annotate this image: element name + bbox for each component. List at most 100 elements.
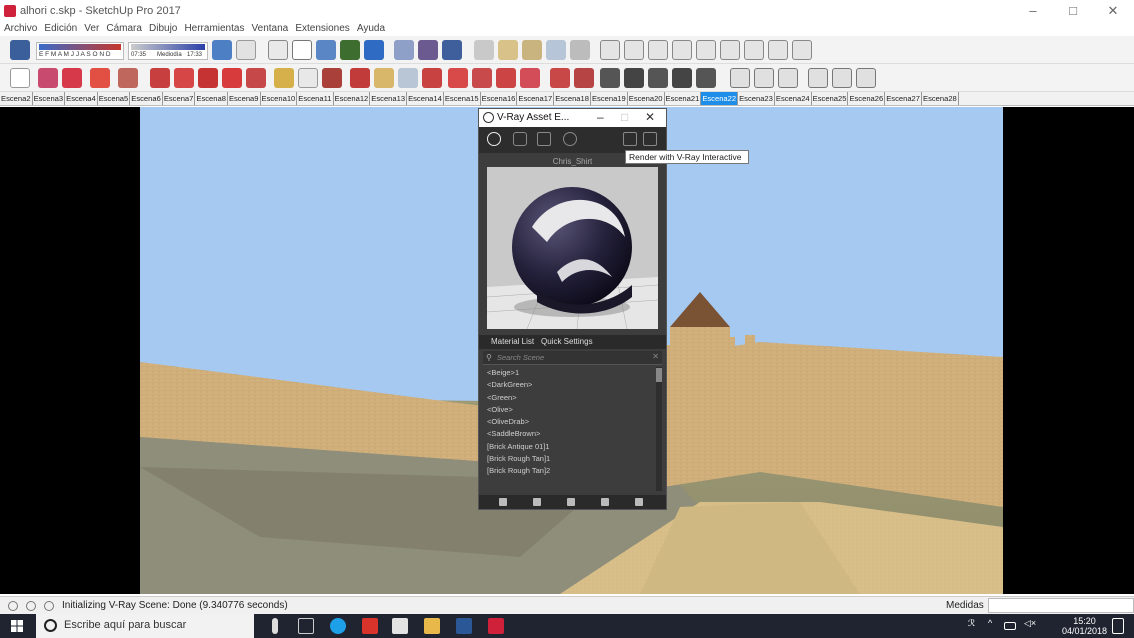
layout-icon[interactable] [520, 68, 540, 88]
follow-me-icon[interactable] [174, 68, 194, 88]
zoom-icon[interactable] [398, 68, 418, 88]
task-view-icon[interactable] [298, 618, 314, 634]
edge-browser-icon[interactable] [330, 618, 346, 634]
word-icon[interactable] [456, 618, 472, 634]
maximize-button[interactable]: □ [1058, 2, 1088, 20]
tab-scene[interactable]: Escena6 [130, 92, 163, 105]
volume-icon[interactable]: ◁× [1024, 618, 1038, 634]
battery-icon[interactable] [1004, 622, 1016, 630]
render-interactive-icon[interactable] [623, 132, 637, 146]
pan-icon[interactable] [374, 68, 394, 88]
tab-scene[interactable]: Escena25 [812, 92, 849, 105]
paint-bucket-icon[interactable] [322, 68, 342, 88]
geometry-tab-icon[interactable] [537, 132, 551, 146]
tab-scene[interactable]: Escena10 [261, 92, 298, 105]
tab-scene[interactable]: Escena5 [98, 92, 131, 105]
save-material-icon[interactable] [499, 498, 507, 506]
xray-style-icon[interactable] [212, 40, 232, 60]
user-icon[interactable] [44, 601, 54, 611]
tab-scene[interactable]: Escena2 [0, 92, 33, 105]
list-item[interactable]: <Beige>1 [483, 367, 655, 379]
list-item[interactable]: <SaddleBrown> [483, 428, 655, 440]
menu-camara[interactable]: Cámara [106, 23, 142, 34]
tab-material-list[interactable]: Material List [491, 337, 534, 346]
hidden-line-icon[interactable] [292, 40, 312, 60]
shadow-toggle-icon[interactable] [10, 40, 30, 60]
tab-scene[interactable]: Escena23 [738, 92, 775, 105]
list-item[interactable]: <Green> [483, 392, 655, 404]
vray-interactive-icon[interactable] [778, 68, 798, 88]
geo-location-status-icon[interactable] [8, 601, 18, 611]
push-pull-icon[interactable] [150, 68, 170, 88]
sandbox-contours-icon[interactable] [522, 40, 542, 60]
month-slider[interactable]: E F M A M J J A S O N D [36, 42, 124, 60]
vray-dome-light-icon[interactable] [792, 40, 812, 60]
list-item[interactable]: [Brick Rough Tan]1 [483, 453, 655, 465]
tab-scene[interactable]: Escena19 [591, 92, 628, 105]
purge-icon[interactable] [635, 498, 643, 506]
materials-tab-icon[interactable] [487, 132, 501, 146]
tab-scene[interactable]: Escena24 [775, 92, 812, 105]
vray-frame-buffer-icon[interactable] [808, 68, 828, 88]
orbit-tool-icon[interactable] [350, 68, 370, 88]
open-material-icon[interactable] [533, 498, 541, 506]
vray-batch-render-icon[interactable] [832, 68, 852, 88]
tape-measure-icon[interactable] [274, 68, 294, 88]
orbit-icon[interactable] [394, 40, 414, 60]
tab-scene[interactable]: Escena28 [922, 92, 959, 105]
tab-scene[interactable]: Escena18 [554, 92, 591, 105]
menu-herramientas[interactable]: Herramientas [184, 23, 244, 34]
menu-archivo[interactable]: Archivo [4, 23, 37, 34]
tab-scene[interactable]: Escena14 [407, 92, 444, 105]
3d-warehouse-icon[interactable] [448, 68, 468, 88]
tab-scene[interactable]: Escena3 [33, 92, 66, 105]
vray-title-bar[interactable]: V-Ray Asset E... – □ ✕ [479, 109, 666, 127]
monochrome-icon[interactable] [364, 40, 384, 60]
share-model-icon[interactable] [472, 68, 492, 88]
shape-circle-icon[interactable] [118, 68, 138, 88]
microphone-icon[interactable] [272, 618, 278, 634]
settings-tab-icon[interactable] [563, 132, 577, 146]
minimize-button[interactable]: – [1018, 2, 1048, 20]
tab-scene[interactable]: Escena16 [481, 92, 518, 105]
top-view-icon[interactable] [624, 68, 644, 88]
flip-edge-icon[interactable] [648, 40, 668, 60]
tab-scene[interactable]: Escena20 [628, 92, 665, 105]
add-detail-icon[interactable] [624, 40, 644, 60]
shaded-textures-icon[interactable] [340, 40, 360, 60]
geo-location-icon[interactable] [550, 68, 570, 88]
rotate-icon[interactable] [222, 68, 242, 88]
vray-render-icon[interactable] [754, 68, 774, 88]
tab-scene[interactable]: Escena27 [885, 92, 922, 105]
file-explorer-icon[interactable] [424, 618, 440, 634]
frame-buffer-icon[interactable] [643, 132, 657, 146]
right-view-icon[interactable] [672, 68, 692, 88]
people-icon[interactable]: ℛ [968, 618, 980, 634]
move-icon[interactable] [198, 68, 218, 88]
look-around-icon[interactable] [442, 40, 462, 60]
tab-scene[interactable]: Escena21 [665, 92, 702, 105]
menu-ver[interactable]: Ver [84, 23, 99, 34]
wireframe-icon[interactable] [268, 40, 288, 60]
arc-icon[interactable] [90, 68, 110, 88]
material-search[interactable]: ⚲ Search Scene ✕ [483, 351, 662, 365]
taskbar-search[interactable]: Escribe aquí para buscar [36, 614, 254, 638]
vray-close-button[interactable]: ✕ [645, 110, 655, 124]
line-pencil-icon[interactable] [62, 68, 82, 88]
list-item[interactable]: [Brick Antique 01]1 [483, 441, 655, 453]
back-edges-icon[interactable] [236, 40, 256, 60]
eraser-icon[interactable] [38, 68, 58, 88]
tab-quick-settings[interactable]: Quick Settings [541, 337, 593, 346]
lights-tab-icon[interactable] [513, 132, 527, 146]
vray-spot-light-icon[interactable] [720, 40, 740, 60]
list-item[interactable]: <Olive> [483, 404, 655, 416]
iso-view-icon[interactable] [600, 68, 620, 88]
text-icon[interactable] [298, 68, 318, 88]
measurements-input[interactable] [988, 598, 1134, 613]
menu-dibujo[interactable]: Dibujo [149, 23, 177, 34]
time-slider[interactable]: 07:35 Mediodía 17:33 [128, 42, 208, 60]
tab-scene[interactable]: Escena17 [517, 92, 555, 105]
stamp-icon[interactable] [570, 40, 590, 60]
sketchup-taskbar-icon[interactable] [488, 618, 504, 634]
tab-scene[interactable]: Escena4 [65, 92, 98, 105]
